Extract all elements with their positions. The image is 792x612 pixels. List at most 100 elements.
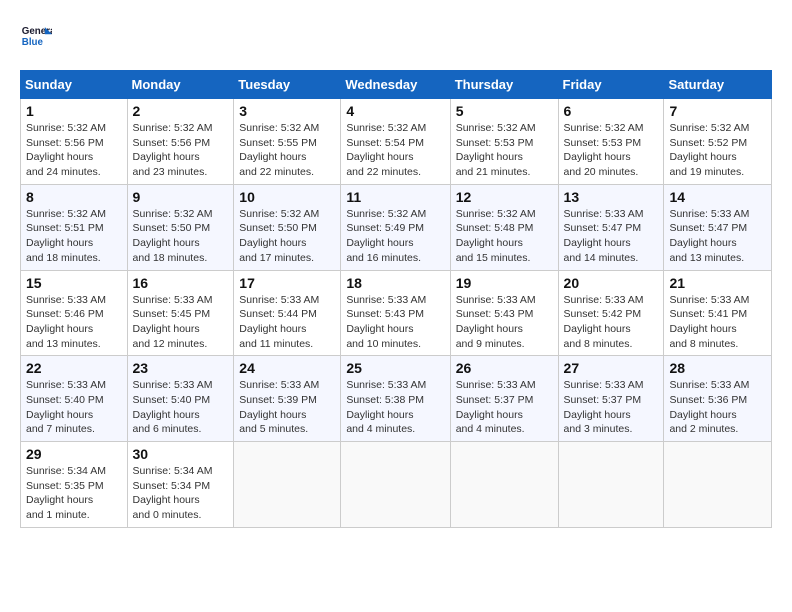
day-info: Sunrise: 5:33 AM Sunset: 5:39 PM Dayligh… bbox=[239, 378, 335, 437]
day-info: Sunrise: 5:32 AM Sunset: 5:51 PM Dayligh… bbox=[26, 207, 122, 266]
day-info: Sunrise: 5:33 AM Sunset: 5:47 PM Dayligh… bbox=[564, 207, 659, 266]
day-info: Sunrise: 5:33 AM Sunset: 5:45 PM Dayligh… bbox=[133, 293, 229, 352]
calendar-header-friday: Friday bbox=[558, 71, 664, 99]
day-number: 21 bbox=[669, 275, 766, 291]
day-info: Sunrise: 5:33 AM Sunset: 5:40 PM Dayligh… bbox=[133, 378, 229, 437]
calendar-cell bbox=[558, 442, 664, 528]
day-info: Sunrise: 5:33 AM Sunset: 5:46 PM Dayligh… bbox=[26, 293, 122, 352]
day-info: Sunrise: 5:32 AM Sunset: 5:50 PM Dayligh… bbox=[133, 207, 229, 266]
calendar-cell: 30 Sunrise: 5:34 AM Sunset: 5:34 PM Dayl… bbox=[127, 442, 234, 528]
day-info: Sunrise: 5:32 AM Sunset: 5:53 PM Dayligh… bbox=[564, 121, 659, 180]
day-info: Sunrise: 5:32 AM Sunset: 5:56 PM Dayligh… bbox=[26, 121, 122, 180]
calendar-cell: 19 Sunrise: 5:33 AM Sunset: 5:43 PM Dayl… bbox=[450, 270, 558, 356]
calendar-cell: 2 Sunrise: 5:32 AM Sunset: 5:56 PM Dayli… bbox=[127, 99, 234, 185]
day-number: 27 bbox=[564, 360, 659, 376]
day-number: 10 bbox=[239, 189, 335, 205]
day-info: Sunrise: 5:32 AM Sunset: 5:48 PM Dayligh… bbox=[456, 207, 553, 266]
calendar-header-monday: Monday bbox=[127, 71, 234, 99]
calendar-cell bbox=[450, 442, 558, 528]
calendar-cell: 3 Sunrise: 5:32 AM Sunset: 5:55 PM Dayli… bbox=[234, 99, 341, 185]
day-info: Sunrise: 5:33 AM Sunset: 5:37 PM Dayligh… bbox=[456, 378, 553, 437]
calendar-cell: 15 Sunrise: 5:33 AM Sunset: 5:46 PM Dayl… bbox=[21, 270, 128, 356]
day-info: Sunrise: 5:33 AM Sunset: 5:44 PM Dayligh… bbox=[239, 293, 335, 352]
calendar-cell: 21 Sunrise: 5:33 AM Sunset: 5:41 PM Dayl… bbox=[664, 270, 772, 356]
calendar-header-saturday: Saturday bbox=[664, 71, 772, 99]
calendar-header-wednesday: Wednesday bbox=[341, 71, 450, 99]
calendar-cell: 17 Sunrise: 5:33 AM Sunset: 5:44 PM Dayl… bbox=[234, 270, 341, 356]
calendar-cell bbox=[341, 442, 450, 528]
day-number: 26 bbox=[456, 360, 553, 376]
day-number: 19 bbox=[456, 275, 553, 291]
calendar-cell: 5 Sunrise: 5:32 AM Sunset: 5:53 PM Dayli… bbox=[450, 99, 558, 185]
day-number: 14 bbox=[669, 189, 766, 205]
calendar-cell: 18 Sunrise: 5:33 AM Sunset: 5:43 PM Dayl… bbox=[341, 270, 450, 356]
logo: General Blue bbox=[20, 20, 56, 52]
calendar-cell: 6 Sunrise: 5:32 AM Sunset: 5:53 PM Dayli… bbox=[558, 99, 664, 185]
day-number: 12 bbox=[456, 189, 553, 205]
day-number: 22 bbox=[26, 360, 122, 376]
day-info: Sunrise: 5:32 AM Sunset: 5:56 PM Dayligh… bbox=[133, 121, 229, 180]
day-info: Sunrise: 5:33 AM Sunset: 5:47 PM Dayligh… bbox=[669, 207, 766, 266]
day-info: Sunrise: 5:32 AM Sunset: 5:50 PM Dayligh… bbox=[239, 207, 335, 266]
day-number: 4 bbox=[346, 103, 444, 119]
calendar-cell: 27 Sunrise: 5:33 AM Sunset: 5:37 PM Dayl… bbox=[558, 356, 664, 442]
day-info: Sunrise: 5:32 AM Sunset: 5:49 PM Dayligh… bbox=[346, 207, 444, 266]
day-number: 17 bbox=[239, 275, 335, 291]
day-number: 2 bbox=[133, 103, 229, 119]
day-number: 24 bbox=[239, 360, 335, 376]
day-number: 30 bbox=[133, 446, 229, 462]
day-info: Sunrise: 5:33 AM Sunset: 5:37 PM Dayligh… bbox=[564, 378, 659, 437]
day-number: 20 bbox=[564, 275, 659, 291]
calendar-cell: 8 Sunrise: 5:32 AM Sunset: 5:51 PM Dayli… bbox=[21, 184, 128, 270]
calendar-cell: 11 Sunrise: 5:32 AM Sunset: 5:49 PM Dayl… bbox=[341, 184, 450, 270]
svg-text:Blue: Blue bbox=[22, 37, 44, 48]
day-number: 11 bbox=[346, 189, 444, 205]
day-info: Sunrise: 5:33 AM Sunset: 5:38 PM Dayligh… bbox=[346, 378, 444, 437]
day-number: 25 bbox=[346, 360, 444, 376]
day-info: Sunrise: 5:32 AM Sunset: 5:52 PM Dayligh… bbox=[669, 121, 766, 180]
day-number: 5 bbox=[456, 103, 553, 119]
calendar-cell: 28 Sunrise: 5:33 AM Sunset: 5:36 PM Dayl… bbox=[664, 356, 772, 442]
day-number: 7 bbox=[669, 103, 766, 119]
day-info: Sunrise: 5:33 AM Sunset: 5:41 PM Dayligh… bbox=[669, 293, 766, 352]
calendar-cell: 22 Sunrise: 5:33 AM Sunset: 5:40 PM Dayl… bbox=[21, 356, 128, 442]
day-info: Sunrise: 5:33 AM Sunset: 5:36 PM Dayligh… bbox=[669, 378, 766, 437]
calendar-cell: 1 Sunrise: 5:32 AM Sunset: 5:56 PM Dayli… bbox=[21, 99, 128, 185]
day-number: 18 bbox=[346, 275, 444, 291]
day-info: Sunrise: 5:33 AM Sunset: 5:40 PM Dayligh… bbox=[26, 378, 122, 437]
calendar-cell: 23 Sunrise: 5:33 AM Sunset: 5:40 PM Dayl… bbox=[127, 356, 234, 442]
calendar-cell bbox=[234, 442, 341, 528]
calendar-cell: 25 Sunrise: 5:33 AM Sunset: 5:38 PM Dayl… bbox=[341, 356, 450, 442]
day-number: 15 bbox=[26, 275, 122, 291]
day-info: Sunrise: 5:34 AM Sunset: 5:35 PM Dayligh… bbox=[26, 464, 122, 523]
day-number: 29 bbox=[26, 446, 122, 462]
calendar-cell: 14 Sunrise: 5:33 AM Sunset: 5:47 PM Dayl… bbox=[664, 184, 772, 270]
day-info: Sunrise: 5:32 AM Sunset: 5:54 PM Dayligh… bbox=[346, 121, 444, 180]
calendar-cell: 13 Sunrise: 5:33 AM Sunset: 5:47 PM Dayl… bbox=[558, 184, 664, 270]
day-info: Sunrise: 5:34 AM Sunset: 5:34 PM Dayligh… bbox=[133, 464, 229, 523]
day-number: 9 bbox=[133, 189, 229, 205]
calendar-cell: 26 Sunrise: 5:33 AM Sunset: 5:37 PM Dayl… bbox=[450, 356, 558, 442]
calendar-header-sunday: Sunday bbox=[21, 71, 128, 99]
calendar-cell: 10 Sunrise: 5:32 AM Sunset: 5:50 PM Dayl… bbox=[234, 184, 341, 270]
day-info: Sunrise: 5:33 AM Sunset: 5:42 PM Dayligh… bbox=[564, 293, 659, 352]
day-info: Sunrise: 5:32 AM Sunset: 5:53 PM Dayligh… bbox=[456, 121, 553, 180]
calendar-cell: 20 Sunrise: 5:33 AM Sunset: 5:42 PM Dayl… bbox=[558, 270, 664, 356]
calendar-cell bbox=[664, 442, 772, 528]
day-number: 28 bbox=[669, 360, 766, 376]
calendar-cell: 4 Sunrise: 5:32 AM Sunset: 5:54 PM Dayli… bbox=[341, 99, 450, 185]
day-info: Sunrise: 5:33 AM Sunset: 5:43 PM Dayligh… bbox=[456, 293, 553, 352]
calendar-cell: 29 Sunrise: 5:34 AM Sunset: 5:35 PM Dayl… bbox=[21, 442, 128, 528]
calendar-cell: 24 Sunrise: 5:33 AM Sunset: 5:39 PM Dayl… bbox=[234, 356, 341, 442]
day-number: 16 bbox=[133, 275, 229, 291]
day-number: 1 bbox=[26, 103, 122, 119]
day-info: Sunrise: 5:32 AM Sunset: 5:55 PM Dayligh… bbox=[239, 121, 335, 180]
day-number: 6 bbox=[564, 103, 659, 119]
calendar-header-tuesday: Tuesday bbox=[234, 71, 341, 99]
calendar-table: SundayMondayTuesdayWednesdayThursdayFrid… bbox=[20, 70, 772, 528]
day-number: 13 bbox=[564, 189, 659, 205]
day-number: 8 bbox=[26, 189, 122, 205]
calendar-cell: 9 Sunrise: 5:32 AM Sunset: 5:50 PM Dayli… bbox=[127, 184, 234, 270]
day-number: 3 bbox=[239, 103, 335, 119]
calendar-cell: 7 Sunrise: 5:32 AM Sunset: 5:52 PM Dayli… bbox=[664, 99, 772, 185]
